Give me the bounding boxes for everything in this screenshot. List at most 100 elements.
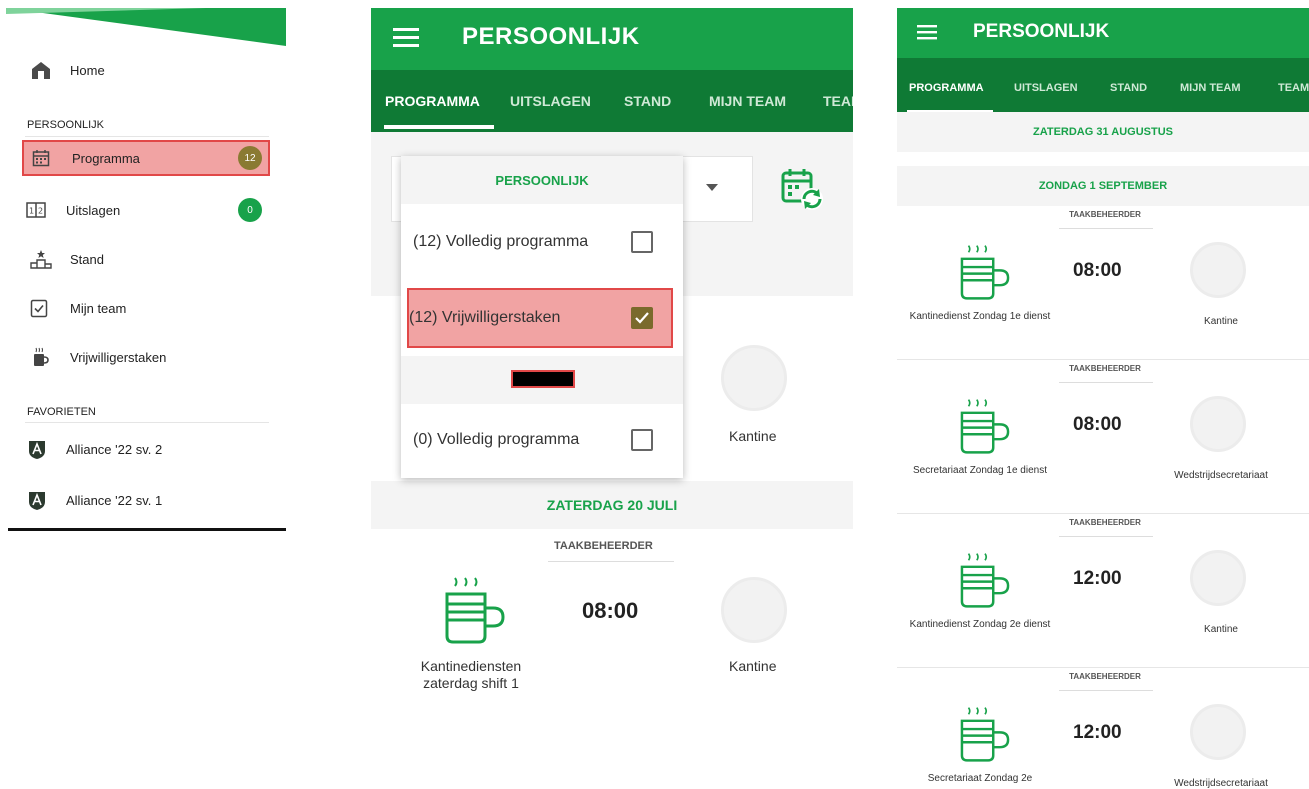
tab-programma[interactable]: PROGRAMMA	[909, 82, 984, 94]
task-time: 12:00	[1073, 722, 1122, 743]
app-bar: PERSOONLIJK	[897, 8, 1309, 58]
date-header: ZONDAG 1 SEPTEMBER	[897, 166, 1309, 206]
drawer-item-label: Mijn team	[70, 300, 127, 316]
divider	[25, 136, 269, 137]
chevron-down-icon	[706, 184, 718, 191]
coffee-cup-icon	[957, 396, 1013, 461]
section-title-favorites: FAVORIETEN	[27, 406, 96, 418]
drawer-header-banner	[6, 8, 286, 46]
drawer-item-stand[interactable]: Stand	[22, 241, 270, 277]
scoreboard-icon: 12	[26, 200, 52, 220]
task-time: 08:00	[1073, 260, 1122, 281]
tab-uitslagen[interactable]: UITSLAGEN	[510, 93, 591, 109]
location-avatar	[721, 345, 787, 411]
page-title: PERSOONLIJK	[973, 21, 1110, 42]
drawer-item-programma[interactable]: Programma 12	[22, 140, 270, 176]
favorite-item[interactable]: Alliance '22 sv. 1	[22, 482, 270, 518]
date-header: ZATERDAG 31 AUGUSTUS	[897, 112, 1309, 152]
filter-option-selected[interactable]: (12) Vrijwilligerstaken	[407, 288, 673, 348]
task-title: Secretariaat Zondag 1e dienst	[913, 465, 1047, 476]
filter-option-label: (12) Vrijwilligerstaken	[409, 309, 561, 326]
divider	[1059, 536, 1153, 537]
filter-option[interactable]: (12) Volledig programma	[401, 204, 683, 280]
tab-team[interactable]: TEAM	[823, 93, 853, 109]
checkbox-checked[interactable]	[631, 307, 653, 329]
hamburger-menu-icon[interactable]	[393, 27, 419, 52]
task-title: Kantinedienst Zondag 1e dienst	[909, 311, 1051, 322]
tab-mijn-team[interactable]: MIJN TEAM	[1180, 82, 1241, 94]
task-card[interactable]: TAAKBEHEERDER 12:00 Secretariaat Zondag …	[897, 668, 1309, 789]
drawer-item-label: Programma	[72, 150, 140, 166]
divider	[25, 422, 269, 423]
favorite-item[interactable]: Alliance '22 sv. 2	[22, 431, 270, 467]
active-tab-indicator	[384, 125, 494, 129]
tab-programma[interactable]: PROGRAMMA	[385, 93, 480, 109]
divider	[1059, 228, 1153, 229]
location-avatar	[1190, 242, 1246, 298]
task-title: Secretariaat Zondag 2e	[927, 773, 1033, 784]
location-avatar	[1190, 396, 1246, 452]
task-card[interactable]: TAAKBEHEERDER 08:00 Secretariaat Zondag …	[897, 360, 1309, 514]
drawer-item-label: Uitslagen	[66, 202, 121, 218]
checkbox[interactable]	[631, 231, 653, 253]
drawer-bottom-border	[8, 528, 286, 531]
drawer-item-uitslagen[interactable]: 12 Uitslagen 0	[22, 192, 270, 228]
svg-text:1: 1	[29, 207, 34, 216]
drawer-item-label: Stand	[70, 251, 104, 267]
location-label: Kantine	[729, 428, 777, 444]
drawer-item-vrijwilligerstaken[interactable]: Vrijwilligerstaken	[22, 339, 270, 375]
tab-team[interactable]: TEAM	[1278, 82, 1309, 94]
location-label: Kantine	[1204, 316, 1238, 327]
location-label: Wedstrijdsecretariaat	[1174, 778, 1268, 789]
coffee-cup-icon	[957, 550, 1013, 615]
hamburger-menu-icon[interactable]	[917, 24, 937, 45]
tab-stand[interactable]: STAND	[624, 93, 671, 109]
calendar-icon	[32, 148, 58, 168]
tab-bar: PROGRAMMA UITSLAGEN STAND MIJN TEAM TEAM	[371, 70, 853, 132]
divider	[1059, 690, 1153, 691]
favorite-label: Alliance '22 sv. 1	[66, 492, 163, 508]
page-title: PERSOONLIJK	[462, 23, 640, 50]
drawer-item-label: Vrijwilligerstaken	[70, 349, 167, 365]
task-card[interactable]: TAAKBEHEERDER 08:00 Kantinedienst Zondag…	[897, 206, 1309, 360]
phone-screen-schedule: PERSOONLIJK PROGRAMMA UITSLAGEN STAND MI…	[897, 8, 1309, 789]
coffee-cup-icon	[441, 574, 509, 651]
count-badge: 0	[238, 198, 262, 222]
role-label: TAAKBEHEERDER	[1069, 210, 1141, 219]
drawer-item-mijn-team[interactable]: Mijn team	[22, 290, 270, 326]
tab-stand[interactable]: STAND	[1110, 82, 1147, 94]
dropdown-header: PERSOONLIJK	[401, 156, 683, 204]
home-icon	[30, 60, 56, 80]
calendar-sync-icon[interactable]	[779, 166, 825, 217]
club-logo-icon	[26, 439, 52, 459]
tab-uitslagen[interactable]: UITSLAGEN	[1014, 82, 1078, 94]
coffee-cup-icon	[957, 242, 1013, 307]
divider	[1059, 382, 1153, 383]
svg-text:2: 2	[38, 207, 43, 216]
navigation-drawer: Home PERSOONLIJK Programma 12 12 Uitslag…	[0, 0, 290, 540]
filter-option-label: (12) Volledig programma	[413, 233, 589, 250]
task-time: 12:00	[1073, 568, 1122, 589]
task-title[interactable]: Kantinediensten zaterdag shift 1	[401, 658, 541, 692]
tab-bar: PROGRAMMA UITSLAGEN STAND MIJN TEAM TEAM	[897, 58, 1309, 114]
clipboard-check-icon	[30, 298, 56, 318]
drawer-item-label: Home	[70, 62, 105, 78]
location-avatar	[1190, 550, 1246, 606]
redacted-header	[511, 370, 575, 388]
podium-icon	[30, 249, 56, 269]
role-label: TAAKBEHEERDER	[1069, 364, 1141, 373]
filter-option-label: (0) Volledig programma	[413, 431, 580, 448]
phone-screen-filter: PERSOONLIJK PROGRAMMA UITSLAGEN STAND MI…	[371, 8, 853, 789]
filter-option[interactable]: (0) Volledig programma	[401, 402, 683, 478]
favorite-label: Alliance '22 sv. 2	[66, 441, 163, 457]
tab-mijn-team[interactable]: MIJN TEAM	[709, 93, 786, 109]
club-logo-icon	[26, 490, 52, 510]
checkbox[interactable]	[631, 429, 653, 451]
drawer-item-home[interactable]: Home	[30, 52, 278, 88]
location-label: Kantine	[1204, 624, 1238, 635]
count-badge: 12	[238, 146, 262, 170]
coffee-cup-icon	[957, 704, 1013, 769]
role-label: TAAKBEHEERDER	[1069, 518, 1141, 527]
task-card[interactable]: TAAKBEHEERDER 12:00 Kantinedienst Zondag…	[897, 514, 1309, 668]
filter-dropdown-menu: PERSOONLIJK (12) Volledig programma (12)…	[401, 156, 683, 478]
